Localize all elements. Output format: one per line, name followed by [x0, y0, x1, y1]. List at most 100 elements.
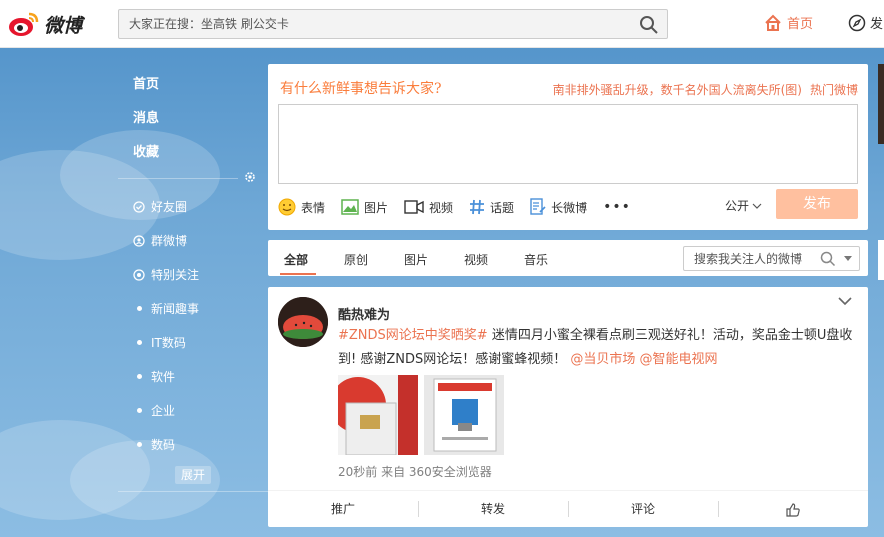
nav-group-label: 新闻趣事 [151, 302, 200, 316]
tool-label: 长微博 [551, 200, 588, 215]
expand-button[interactable]: 展开 [175, 466, 211, 484]
nav-group-digital[interactable]: 数码 [133, 436, 175, 453]
tool-label: 视频 [429, 200, 454, 215]
video-button[interactable]: 视频 [404, 199, 453, 216]
hashtag-icon [470, 199, 485, 215]
long-article-icon [530, 198, 546, 215]
post-images [338, 375, 510, 455]
mention-link[interactable]: @智能电视网 [640, 352, 718, 367]
logo-text: 微博 [44, 14, 83, 37]
active-tab-indicator [280, 273, 316, 275]
nav-group-group-weibo[interactable]: 群微博 [133, 232, 187, 249]
long-weibo-button[interactable]: 长微博 [530, 198, 587, 216]
bullet-icon [133, 303, 145, 315]
nav-group-label: 好友圈 [151, 200, 188, 214]
target-icon [133, 268, 145, 281]
promote-button[interactable]: 推广 [268, 491, 418, 527]
compose-box: 有什么新鲜事想告诉大家? 南非排外骚乱升级，数千名外国人流离失所(图) 热门微博 … [268, 64, 868, 230]
tab-all[interactable]: 全部 [284, 251, 308, 268]
hot-topic-link[interactable]: 南非排外骚乱升级，数千名外国人流离失所(图) [553, 83, 802, 97]
post-meta: 20秒前 来自 360安全浏览器 [338, 465, 492, 479]
post-image[interactable] [424, 375, 504, 455]
right-sidebar-edge [878, 64, 884, 144]
left-nav: 首页 消息 收藏 好友圈 群微博 特别关注 新闻趣事 IT数码 软件 企业 数码… [118, 48, 268, 537]
mention-link[interactable]: @当贝市场 [570, 352, 635, 367]
right-sidebar-edge [878, 240, 884, 280]
nav-item-favorites[interactable]: 收藏 [133, 141, 159, 160]
feed-tabs: 全部 原创 图片 视频 音乐 [268, 240, 868, 276]
topic-link[interactable]: #ZNDS网论坛中奖晒奖# [338, 328, 488, 343]
post-username[interactable]: 酷热难为 [338, 304, 390, 323]
bullet-icon [133, 439, 145, 451]
home-icon [765, 14, 781, 31]
more-tools-button[interactable]: ••• [603, 199, 631, 215]
nav-home[interactable]: 首页 [764, 13, 813, 32]
post-button[interactable]: 发布 [776, 189, 858, 219]
weibo-logo[interactable]: 微博 [8, 8, 98, 40]
search-box[interactable] [118, 9, 668, 39]
smiley-icon [278, 198, 296, 216]
bullet-icon [133, 371, 145, 383]
post-text: #ZNDS网论坛中奖晒奖# 迷情四月小蜜全裸看点刷三观送好礼！活动，奖品金士顿U… [338, 324, 858, 372]
nav-group-software[interactable]: 软件 [133, 368, 175, 385]
weibo-eye-icon [9, 12, 39, 36]
search-icon[interactable] [820, 251, 836, 267]
compose-prompt: 有什么新鲜事想告诉大家? [280, 81, 442, 97]
bullet-icon [133, 337, 145, 349]
feed-card: 酷热难为 #ZNDS网论坛中奖晒奖# 迷情四月小蜜全裸看点刷三观送好礼！活动，奖… [268, 287, 868, 527]
nav-item-messages[interactable]: 消息 [133, 107, 159, 126]
visibility-label: 公开 [725, 199, 750, 213]
nav-group-special[interactable]: 特别关注 [133, 266, 199, 283]
nav-group-news[interactable]: 新闻趣事 [133, 300, 199, 317]
like-button[interactable] [718, 491, 868, 527]
top-bar: 微博 首页 发 [0, 0, 884, 48]
tool-label: 图片 [364, 200, 389, 215]
tab-original[interactable]: 原创 [344, 251, 368, 268]
nav-group-label: 软件 [151, 370, 176, 384]
tab-music[interactable]: 音乐 [524, 251, 548, 268]
discover-label: 发 [870, 17, 884, 32]
bullet-icon [133, 405, 145, 417]
nav-group-friends[interactable]: 好友圈 [133, 198, 187, 215]
visibility-select[interactable]: 公开 [725, 197, 762, 214]
chevron-down-icon[interactable] [838, 296, 852, 306]
tool-label: 表情 [301, 200, 326, 215]
video-icon [404, 200, 424, 214]
nav-discover[interactable]: 发 [848, 13, 883, 32]
compose-toolbar: 表情 图片 视频 话题 长微博 ••• [278, 196, 631, 218]
image-icon [341, 199, 359, 215]
hot-weibo-link[interactable]: 热门微博 [810, 83, 858, 97]
repost-button[interactable]: 转发 [418, 491, 568, 527]
image-button[interactable]: 图片 [341, 199, 388, 216]
post-actions: 推广 转发 评论 [268, 491, 868, 527]
gear-icon[interactable] [243, 170, 257, 184]
following-search-input[interactable] [684, 247, 814, 270]
compass-icon [848, 14, 866, 31]
dropdown-caret-icon[interactable] [844, 256, 852, 261]
search-icon[interactable] [639, 15, 659, 35]
comment-button[interactable]: 评论 [568, 491, 718, 527]
home-label: 首页 [787, 17, 814, 32]
thumbs-up-icon [786, 502, 800, 517]
person-icon [133, 234, 145, 247]
avatar[interactable] [278, 297, 328, 347]
tool-label: 话题 [490, 200, 515, 215]
tab-images[interactable]: 图片 [404, 251, 428, 268]
following-search[interactable] [683, 246, 860, 271]
emoji-button[interactable]: 表情 [278, 198, 325, 216]
nav-divider [118, 491, 268, 492]
nav-group-label: 数码 [151, 438, 176, 452]
post-image[interactable] [338, 375, 418, 455]
nav-group-label: IT数码 [151, 336, 186, 350]
compose-textarea[interactable] [278, 104, 858, 184]
nav-group-label: 群微博 [151, 234, 188, 248]
search-input[interactable] [119, 10, 619, 38]
nav-item-home[interactable]: 首页 [133, 73, 159, 92]
circle-check-icon [133, 200, 145, 213]
chevron-down-icon [752, 203, 762, 209]
nav-group-it[interactable]: IT数码 [133, 334, 186, 351]
tab-videos[interactable]: 视频 [464, 251, 488, 268]
watermelon-avatar-image [278, 297, 328, 347]
nav-group-enterprise[interactable]: 企业 [133, 402, 175, 419]
topic-button[interactable]: 话题 [469, 199, 514, 216]
